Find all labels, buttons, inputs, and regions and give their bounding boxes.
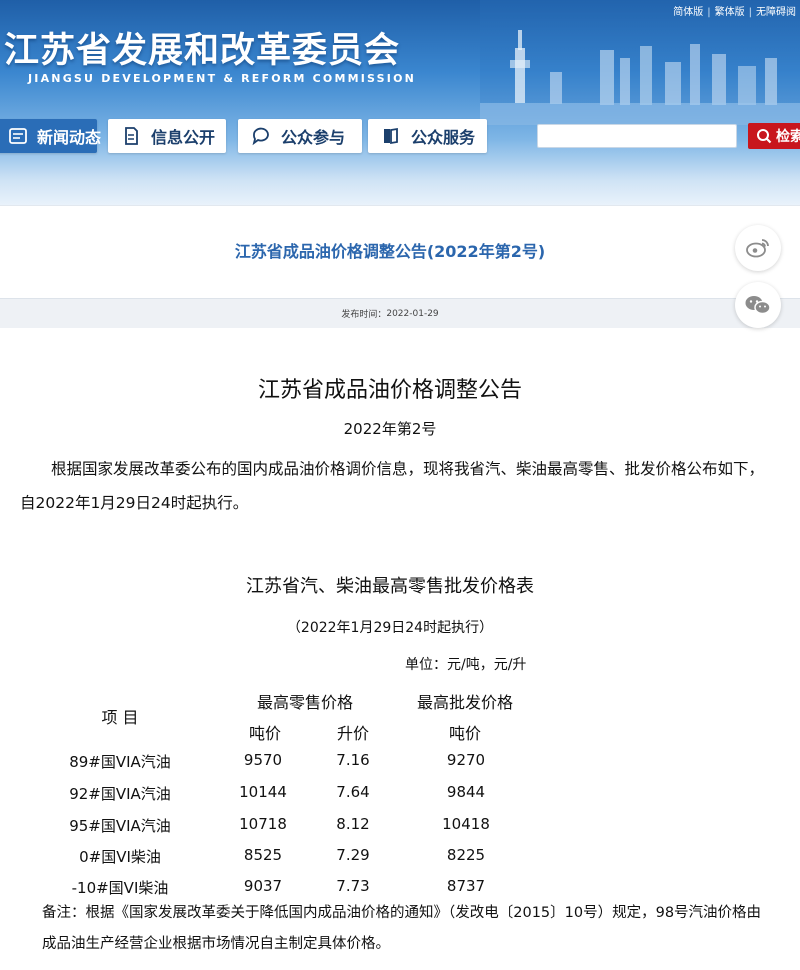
table-title: 江苏省汽、柴油最高零售批发价格表 — [246, 576, 534, 597]
header-retail: 最高零售价格 — [256, 693, 353, 712]
publish-date: 2022-01-29 — [386, 308, 439, 319]
nav-participation[interactable]: 公众参与 — [238, 119, 362, 153]
site-subtitle: JIANGSU DEVELOPMENT & REFORM COMMISSION — [28, 72, 417, 85]
row-ton-price: 8525 — [243, 846, 283, 864]
row-wholesale-price: 9270 — [446, 751, 486, 769]
header-wholesale: 最高批发价格 — [416, 693, 513, 712]
row-ton-price: 10718 — [239, 815, 287, 833]
publish-info: 发布时间： 2022-01-29 — [0, 298, 800, 328]
row-item: 92#国VIA汽油 — [69, 785, 171, 803]
site-header: 简体版 | 繁体版 | 无障碍阅 江苏省发展和改革委员会 JIANGSU DEVELOP… — [0, 0, 800, 205]
row-ton-price: 9037 — [243, 877, 283, 895]
header-item: 项 目 — [101, 708, 139, 727]
row-liter-price: 7.29 — [336, 846, 370, 864]
table-unit: 单位：元/吨，元/升 — [405, 657, 527, 673]
site-title[interactable]: 江苏省发展和改革委员会 — [4, 22, 400, 73]
weibo-icon — [746, 239, 769, 258]
row-wholesale-price: 10418 — [442, 815, 490, 833]
top-links: 简体版 | 繁体版 | 无障碍阅 — [669, 3, 800, 18]
header-liter-price: 升价 — [336, 724, 369, 743]
header-ton-price: 吨价 — [248, 724, 281, 743]
book-icon — [380, 125, 402, 147]
search-input[interactable] — [537, 124, 737, 148]
row-ton-price: 10144 — [239, 783, 287, 801]
link-accessibility[interactable]: 无障碍阅 — [752, 7, 800, 18]
row-item: 95#国VIA汽油 — [69, 817, 171, 835]
nav-service[interactable]: 公众服务 — [368, 119, 487, 153]
row-item: 89#国VIA汽油 — [69, 753, 171, 771]
chat-icon — [250, 125, 272, 147]
row-wholesale-price: 8737 — [446, 877, 486, 895]
document-number: 2022年第2号 — [343, 420, 437, 438]
row-liter-price: 7.73 — [336, 877, 370, 895]
nav-service-label: 公众服务 — [411, 128, 476, 147]
city-skyline-image — [480, 0, 800, 125]
row-liter-price: 7.64 — [336, 783, 370, 801]
wechat-icon — [745, 296, 771, 315]
nav-info-label: 信息公开 — [151, 128, 216, 147]
link-traditional[interactable]: 繁体版 — [711, 7, 749, 18]
row-liter-price: 8.12 — [336, 815, 370, 833]
nav-news[interactable]: 新闻动态 — [0, 119, 101, 153]
nav-participation-label: 公众参与 — [281, 128, 346, 147]
share-wechat-button[interactable] — [735, 282, 781, 328]
table-note: 备注：根据《国家发展改革委关于降低国内成品油价格的通知》（发改电〔2015〕10… — [42, 905, 762, 952]
document-title: 江苏省成品油价格调整公告 — [257, 378, 522, 403]
row-item: 0#国VI柴油 — [79, 848, 161, 866]
news-icon — [8, 125, 28, 147]
row-liter-price: 7.16 — [336, 751, 370, 769]
header-wholesale-ton: 吨价 — [448, 724, 481, 743]
row-wholesale-price: 8225 — [446, 846, 486, 864]
nav-news-label: 新闻动态 — [37, 128, 102, 147]
search-button-label: 检索 — [776, 129, 800, 145]
document-icon — [120, 125, 142, 147]
document-body: 根据国家发展改革委公布的国内成品油价格调价信息，现将我省汽、柴油最高零售、批发价… — [20, 460, 765, 512]
table-subtitle: （2022年1月29日24时起执行） — [286, 620, 494, 636]
publish-label: 发布时间： — [341, 310, 387, 320]
link-simplified[interactable]: 简体版 — [669, 7, 707, 18]
search-icon — [757, 129, 772, 144]
row-wholesale-price: 9844 — [446, 783, 486, 801]
nav-info[interactable]: 信息公开 — [108, 119, 226, 153]
row-ton-price: 9570 — [243, 751, 283, 769]
search-button[interactable]: 检索 — [748, 123, 800, 149]
page-title: 江苏省成品油价格调整公告(2022年第2号) — [234, 242, 546, 261]
share-weibo-button[interactable] — [735, 225, 781, 271]
row-item: -10#国VI柴油 — [71, 879, 169, 897]
